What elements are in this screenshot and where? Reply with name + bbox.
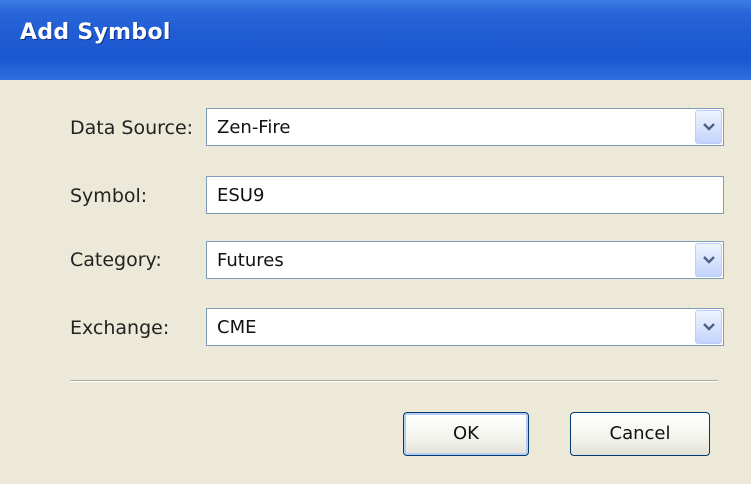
data-source-value: Zen-Fire bbox=[217, 117, 291, 138]
chevron-down-icon bbox=[702, 256, 715, 264]
chevron-down-icon bbox=[702, 123, 715, 131]
data-source-label: Data Source: bbox=[70, 117, 194, 139]
symbol-label: Symbol: bbox=[70, 185, 148, 207]
data-source-dropdown-button[interactable] bbox=[695, 110, 722, 144]
exchange-dropdown[interactable]: CME bbox=[206, 308, 724, 346]
add-symbol-dialog: Add Symbol Data Source: Zen-Fire Symbol:… bbox=[0, 0, 751, 484]
separator bbox=[70, 380, 718, 382]
symbol-value: ESU9 bbox=[217, 185, 265, 206]
ok-button[interactable]: OK bbox=[403, 412, 529, 456]
category-label: Category: bbox=[70, 249, 162, 271]
data-source-dropdown[interactable]: Zen-Fire bbox=[206, 108, 724, 146]
symbol-input[interactable]: ESU9 bbox=[206, 176, 724, 214]
category-value: Futures bbox=[217, 250, 284, 271]
category-dropdown[interactable]: Futures bbox=[206, 241, 724, 279]
exchange-dropdown-button[interactable] bbox=[695, 310, 722, 344]
category-dropdown-button[interactable] bbox=[695, 243, 722, 277]
dialog-title: Add Symbol bbox=[20, 20, 171, 45]
dialog-body: Data Source: Zen-Fire Symbol: ESU9 Categ… bbox=[12, 80, 739, 472]
exchange-label: Exchange: bbox=[70, 317, 170, 339]
exchange-value: CME bbox=[217, 317, 257, 338]
title-bar[interactable]: Add Symbol bbox=[0, 0, 751, 80]
cancel-button[interactable]: Cancel bbox=[570, 412, 710, 456]
chevron-down-icon bbox=[702, 323, 715, 331]
